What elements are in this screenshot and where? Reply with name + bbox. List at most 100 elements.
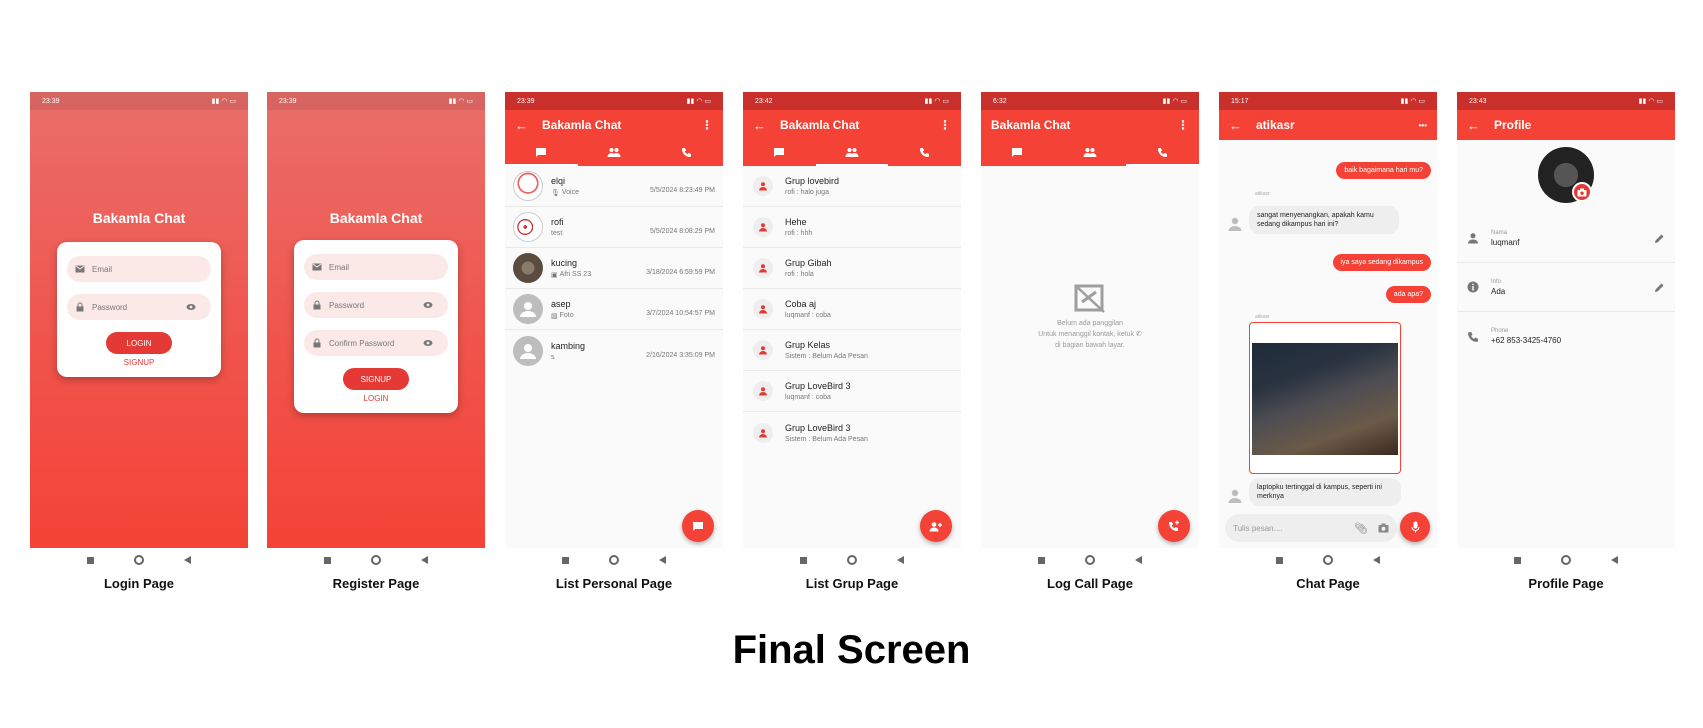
more-vert-icon[interactable]: ⋮ bbox=[701, 118, 713, 132]
password-field[interactable]: Password bbox=[67, 294, 211, 320]
message-icon bbox=[693, 521, 703, 531]
profile-info-row[interactable]: Info Ada bbox=[1457, 263, 1675, 312]
list-item[interactable]: kambing s 2/16/2024 3:35:09 PM bbox=[505, 330, 723, 371]
more-horiz-icon[interactable]: ••• bbox=[1419, 121, 1427, 130]
back-nav-icon[interactable] bbox=[184, 556, 191, 564]
login-link[interactable]: LOGIN bbox=[304, 394, 448, 403]
tab-calls[interactable] bbox=[650, 140, 723, 166]
signup-link[interactable]: SIGNUP bbox=[67, 358, 211, 367]
app-title: Bakamla Chat bbox=[991, 118, 1071, 132]
back-arrow-icon[interactable]: ← bbox=[753, 118, 766, 133]
password-field[interactable]: Password bbox=[304, 292, 448, 318]
list-item[interactable]: Coba aj luqmanf : coba bbox=[743, 289, 961, 330]
laptop-photo bbox=[1252, 343, 1398, 455]
recent-apps-icon[interactable] bbox=[1514, 556, 1521, 564]
tab-bar bbox=[981, 140, 1199, 166]
group-name: Hehe bbox=[785, 217, 807, 227]
status-time: 23:43 bbox=[1469, 97, 1487, 105]
signup-button[interactable]: SIGNUP bbox=[343, 368, 409, 390]
message-input[interactable]: Tulis pesan.... 📎︎ bbox=[1225, 514, 1397, 542]
new-chat-fab[interactable] bbox=[682, 510, 714, 542]
person-icon bbox=[520, 343, 536, 359]
list-item[interactable]: Grup Kelas Sistem : Belum Ada Pesan bbox=[743, 330, 961, 371]
tab-chats[interactable] bbox=[505, 140, 578, 166]
list-item[interactable]: elqi 🎙︎ Voice 5/5/2024 8:23:49 PM bbox=[505, 166, 723, 207]
tab-calls[interactable] bbox=[888, 140, 961, 166]
eye-icon[interactable] bbox=[423, 338, 433, 348]
back-arrow-icon[interactable]: ← bbox=[1229, 118, 1242, 133]
home-icon[interactable] bbox=[134, 555, 144, 565]
list-item[interactable]: Grup lovebird rofi : halo juga bbox=[743, 166, 961, 207]
tab-groups[interactable] bbox=[815, 140, 889, 166]
more-vert-icon[interactable]: ⋮ bbox=[1177, 118, 1189, 132]
back-arrow-icon[interactable]: ← bbox=[1467, 118, 1480, 133]
back-nav-icon[interactable] bbox=[659, 556, 666, 564]
password-placeholder: Password bbox=[92, 302, 128, 312]
back-nav-icon[interactable] bbox=[1611, 556, 1618, 564]
voice-record-button[interactable] bbox=[1400, 512, 1430, 542]
last-message: Sistem : Belum Ada Pesan bbox=[785, 435, 868, 443]
group-person-icon bbox=[753, 340, 773, 360]
back-nav-icon[interactable] bbox=[1135, 556, 1142, 564]
tab-groups[interactable] bbox=[578, 140, 651, 166]
list-item[interactable]: Grup LoveBird 3 luqmanf : coba bbox=[743, 371, 961, 412]
tab-groups[interactable] bbox=[1054, 140, 1127, 166]
list-item[interactable]: rofi test 5/5/2024 8:08:29 PM bbox=[505, 207, 723, 248]
profile-name-row[interactable]: Nama luqmanf bbox=[1457, 214, 1675, 263]
last-message: rofi : hhh bbox=[785, 230, 813, 237]
home-icon[interactable] bbox=[1561, 555, 1571, 565]
timestamp: 3/18/2024 6:59:59 PM bbox=[646, 269, 715, 276]
home-icon[interactable] bbox=[1323, 555, 1333, 565]
tab-chats[interactable] bbox=[981, 140, 1054, 166]
back-nav-icon[interactable] bbox=[421, 556, 428, 564]
recent-apps-icon[interactable] bbox=[87, 556, 94, 564]
confirm-password-field[interactable]: Confirm Password bbox=[304, 330, 448, 356]
phone-value: +62 853-3425-4760 bbox=[1491, 336, 1562, 345]
recent-apps-icon[interactable] bbox=[1276, 556, 1283, 564]
contact-name: kucing bbox=[551, 257, 578, 268]
eye-icon[interactable] bbox=[423, 300, 433, 310]
recent-apps-icon[interactable] bbox=[324, 556, 331, 564]
list-item[interactable]: Hehe rofi : hhh bbox=[743, 207, 961, 248]
list-item[interactable]: asep ▨ Foto 3/7/2024 10:54:57 PM bbox=[505, 289, 723, 330]
password-placeholder: Password bbox=[329, 300, 365, 310]
eye-icon[interactable] bbox=[186, 302, 196, 312]
chat-icon bbox=[536, 147, 547, 157]
home-icon[interactable] bbox=[1085, 555, 1095, 565]
home-icon[interactable] bbox=[847, 555, 857, 565]
login-button[interactable]: LOGIN bbox=[106, 332, 172, 354]
back-nav-icon[interactable] bbox=[1373, 556, 1380, 564]
add-call-icon: ✆ bbox=[1135, 331, 1142, 338]
image-message[interactable] bbox=[1249, 322, 1401, 474]
list-item[interactable]: Grup Gibah rofi : hola bbox=[743, 248, 961, 289]
edit-icon[interactable] bbox=[1654, 282, 1665, 293]
tab-calls[interactable] bbox=[1126, 140, 1199, 166]
edit-icon[interactable] bbox=[1654, 233, 1665, 244]
group-name: Coba aj bbox=[785, 299, 817, 309]
group-name: Grup lovebird bbox=[785, 176, 840, 186]
recent-apps-icon[interactable] bbox=[1038, 556, 1045, 564]
attach-icon[interactable]: 📎︎ bbox=[1354, 522, 1368, 535]
recent-apps-icon[interactable] bbox=[800, 556, 807, 564]
home-icon[interactable] bbox=[371, 555, 381, 565]
group-name: Grup Kelas bbox=[785, 340, 831, 350]
recent-apps-icon[interactable] bbox=[562, 556, 569, 564]
login-phone: 23:39 ▮▮ ◠ ▭ Bakamla Chat Email Password … bbox=[30, 92, 248, 548]
new-call-fab[interactable] bbox=[1158, 510, 1190, 542]
back-nav-icon[interactable] bbox=[897, 556, 904, 564]
back-arrow-icon[interactable]: ← bbox=[515, 118, 528, 133]
new-group-fab[interactable] bbox=[920, 510, 952, 542]
camera-icon[interactable] bbox=[1378, 523, 1389, 533]
status-bar: 6:32 ▮▮ ◠ ▭ bbox=[981, 92, 1199, 110]
camera-icon[interactable] bbox=[1572, 182, 1592, 202]
timestamp: 5/5/2024 8:08:29 PM bbox=[650, 228, 715, 235]
list-item[interactable]: kucing ▣ Afri SS 23 3/18/2024 6:59:59 PM bbox=[505, 248, 723, 289]
home-icon[interactable] bbox=[609, 555, 619, 565]
more-vert-icon[interactable]: ⋮ bbox=[939, 118, 951, 132]
list-item[interactable]: Grup LoveBird 3 Sistem : Belum Ada Pesan bbox=[743, 412, 961, 453]
last-message: rofi : halo juga bbox=[785, 189, 829, 196]
profile-title: Profile bbox=[1494, 118, 1532, 132]
email-field[interactable]: Email bbox=[67, 256, 211, 282]
tab-chats[interactable] bbox=[743, 140, 816, 166]
email-field[interactable]: Email bbox=[304, 254, 448, 280]
